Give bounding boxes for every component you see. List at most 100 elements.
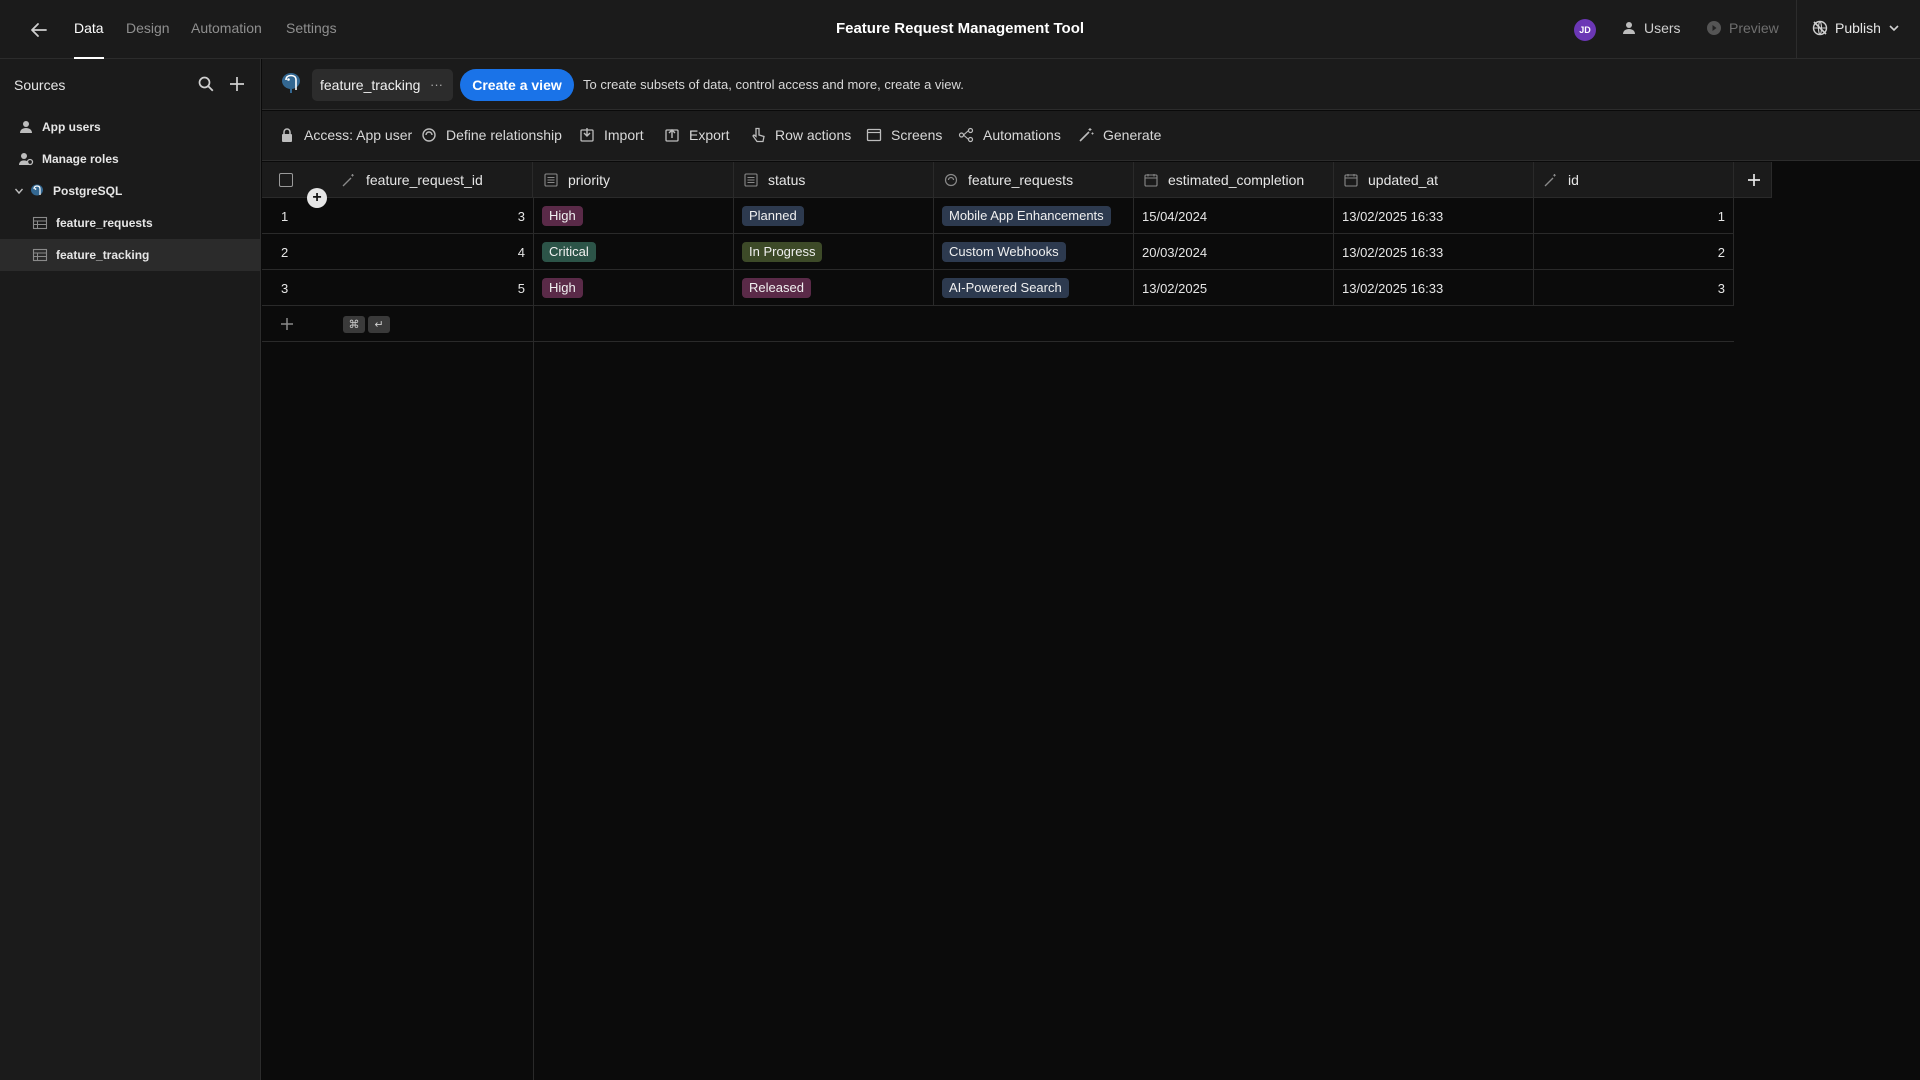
access-button[interactable]: Access: App user (279, 127, 412, 143)
cell-updated-at[interactable]: 13/02/2025 16:33 (1334, 234, 1534, 270)
cell-id[interactable]: 3 (1534, 270, 1734, 306)
column-header-feature-requests[interactable]: feature_requests (934, 162, 1134, 198)
tab-design[interactable]: Design (126, 20, 170, 36)
pointer-icon (752, 127, 765, 143)
cell-feature-request-id[interactable]: 5 (332, 270, 534, 306)
cell-id[interactable]: 1 (1534, 198, 1734, 234)
define-relationship-button[interactable]: Define relationship (421, 127, 562, 143)
auto-id-icon (1544, 174, 1556, 187)
options-icon (744, 173, 758, 187)
table-row[interactable]: 1 3 High Planned Mobile App Enhancements… (262, 198, 1734, 234)
user-icon (1623, 22, 1635, 34)
row-number: 1 (281, 208, 289, 224)
export-label: Export (689, 127, 730, 143)
column-header-estimated-completion[interactable]: estimated_completion (1134, 162, 1334, 198)
more-options-icon[interactable]: ··· (430, 77, 443, 92)
column-header-feature-request-id[interactable]: feature_request_id (332, 162, 533, 198)
preview-button[interactable]: Preview (1706, 20, 1779, 36)
tab-settings[interactable]: Settings (286, 20, 337, 36)
top-bar: Data Design Automation Settings Feature … (0, 0, 1920, 59)
cell-status[interactable]: Released (734, 270, 934, 306)
sidebar-item-label: feature_requests (56, 216, 153, 230)
column-header-status[interactable]: status (734, 162, 934, 198)
column-header-label: priority (568, 172, 611, 188)
cell-estimated-completion[interactable]: 20/03/2024 (1134, 234, 1334, 270)
tab-automation[interactable]: Automation (191, 20, 262, 36)
status-badge: Released (742, 278, 811, 298)
postgresql-icon (282, 73, 300, 93)
cell-feature-requests[interactable]: AI-Powered Search (934, 270, 1134, 306)
users-label: Users (1644, 20, 1681, 36)
cell-feature-requests[interactable]: Custom Webhooks (934, 234, 1134, 270)
sidebar-item-app-users[interactable]: App users (0, 111, 260, 143)
row-actions-button[interactable]: Row actions (750, 127, 851, 143)
add-row-icon[interactable] (278, 315, 296, 333)
avatar[interactable]: JD (1574, 19, 1596, 41)
sidebar-item-label: Manage roles (42, 152, 119, 166)
automations-button[interactable]: Automations (958, 127, 1061, 143)
users-button[interactable]: Users (1621, 20, 1681, 36)
link-icon (944, 173, 958, 187)
sidebar-item-feature-requests[interactable]: feature_requests (0, 207, 260, 239)
export-icon (665, 129, 679, 142)
app-title: Feature Request Management Tool (835, 20, 1085, 37)
column-header-label: updated_at (1368, 172, 1439, 188)
cell-feature-request-id[interactable]: 3 (332, 198, 534, 234)
table-row[interactable]: 2 4 Critical In Progress Custom Webhooks… (262, 234, 1734, 270)
generate-button[interactable]: Generate (1078, 127, 1161, 143)
publish-button[interactable]: Publish (1812, 20, 1900, 36)
cell-feature-requests[interactable]: Mobile App Enhancements (934, 198, 1134, 234)
cell-status[interactable]: Planned (734, 198, 934, 234)
column-header-updated-at[interactable]: updated_at (1334, 162, 1534, 198)
add-column-button[interactable] (1736, 162, 1772, 198)
auto-id-icon (342, 174, 354, 187)
sidebar: Sources App users Manage roles PostgreSQ… (0, 59, 261, 1080)
link-icon (422, 128, 436, 142)
cell-priority[interactable]: High (534, 270, 734, 306)
export-button[interactable]: Export (664, 127, 729, 143)
user-icon (20, 121, 32, 133)
table-header-row: feature_request_id priority status featu… (262, 162, 1772, 198)
cell-status[interactable]: In Progress (734, 234, 934, 270)
enter-key-icon: ↵ (368, 316, 390, 333)
cell-estimated-completion[interactable]: 15/04/2024 (1134, 198, 1334, 234)
row-number: 2 (281, 244, 289, 260)
magic-wand-icon (1079, 128, 1094, 142)
back-arrow-icon[interactable] (28, 19, 50, 41)
screens-label: Screens (891, 127, 943, 143)
select-all-checkbox[interactable] (279, 173, 293, 187)
play-icon (1707, 21, 1721, 35)
cell-updated-at[interactable]: 13/02/2025 16:33 (1334, 198, 1534, 234)
row-actions-label: Row actions (775, 127, 852, 143)
cell-estimated-completion[interactable]: 13/02/2025 (1134, 270, 1334, 306)
data-grid: feature_request_id priority status featu… (262, 162, 1920, 1080)
cell-id[interactable]: 2 (1534, 234, 1734, 270)
cell-priority[interactable]: High (534, 198, 734, 234)
table-name-chip[interactable]: feature_tracking ··· (312, 69, 453, 101)
status-badge: Planned (742, 206, 804, 226)
command-key-icon: ⌘ (343, 316, 365, 333)
sidebar-item-manage-roles[interactable]: Manage roles (0, 143, 260, 175)
add-source-icon[interactable] (228, 75, 246, 93)
import-button[interactable]: Import (579, 127, 644, 143)
cell-feature-request-id[interactable]: 4 (332, 234, 534, 270)
screens-button[interactable]: Screens (866, 127, 942, 143)
column-header-label: status (768, 172, 806, 188)
sidebar-item-label: feature_tracking (56, 248, 150, 262)
column-header-priority[interactable]: priority (534, 162, 734, 198)
search-icon[interactable] (197, 75, 215, 93)
cell-priority[interactable]: Critical (534, 234, 734, 270)
sidebar-item-feature-tracking[interactable]: feature_tracking (0, 239, 260, 271)
insert-row-button[interactable]: + (307, 188, 327, 208)
create-view-button[interactable]: Create a view (460, 69, 574, 101)
tab-data[interactable]: Data (74, 20, 104, 36)
column-header-label: feature_requests (968, 172, 1074, 188)
cell-updated-at[interactable]: 13/02/2025 16:33 (1334, 270, 1534, 306)
table-row[interactable]: 3 5 High Released AI-Powered Search 13/0… (262, 270, 1734, 306)
relationship-badge: AI-Powered Search (942, 278, 1069, 298)
column-header-id[interactable]: id (1534, 162, 1734, 198)
chevron-down-icon (14, 188, 24, 195)
content-header: feature_tracking ··· Create a view To cr… (262, 59, 1920, 110)
sidebar-item-postgresql[interactable]: PostgreSQL (0, 175, 260, 207)
priority-badge: High (542, 278, 583, 298)
